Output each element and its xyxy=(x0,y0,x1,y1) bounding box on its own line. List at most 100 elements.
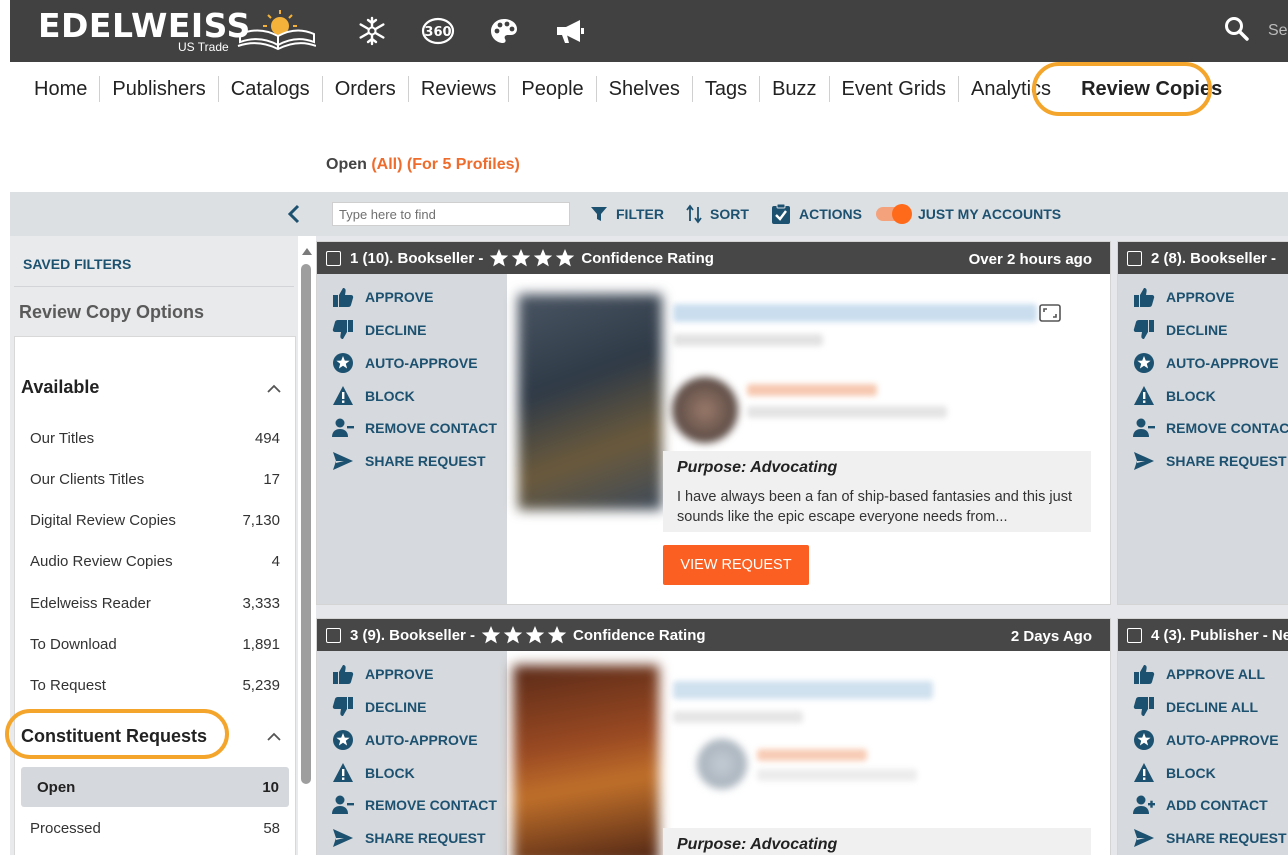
sidebar-item-edelweiss-reader[interactable]: Edelweiss Reader 3,333 xyxy=(30,595,280,612)
action-label: APPROVE xyxy=(365,289,434,305)
sidebar-item-to-download[interactable]: To Download 1,891 xyxy=(30,636,280,653)
section-available-title[interactable]: Available xyxy=(21,377,99,398)
card-actions: APPROVE ALL DECLINE ALL AUTO-APPROVE BLO… xyxy=(1118,651,1288,855)
star-icon xyxy=(556,249,575,267)
sidebar-item-digital-review-copies[interactable]: Digital Review Copies 7,130 xyxy=(30,512,280,529)
nav-publishers[interactable]: Publishers xyxy=(100,76,219,102)
card-header: 3 (9). Bookseller - Confidence Rating 2 … xyxy=(317,619,1110,651)
block-button[interactable]: BLOCK xyxy=(1132,384,1216,408)
decline-button[interactable]: DECLINE xyxy=(331,695,426,719)
requests-grid: 1 (10). Bookseller - Confidence Rating O… xyxy=(316,236,1288,855)
block-button[interactable]: BLOCK xyxy=(331,384,415,408)
nav-reviews[interactable]: Reviews xyxy=(409,76,510,102)
collapse-sidebar-chevron-icon[interactable] xyxy=(286,204,302,224)
search-input[interactable] xyxy=(332,202,570,226)
remove-contact-button[interactable]: REMOVE CONTACT xyxy=(1132,416,1288,440)
auto-approve-button[interactable]: AUTO-APPROVE xyxy=(331,351,478,375)
filter-all-link[interactable]: (All) xyxy=(371,156,402,173)
auto-approve-button[interactable]: AUTO-APPROVE xyxy=(1132,351,1279,375)
nav-event-grids[interactable]: Event Grids xyxy=(830,76,960,102)
auto-approve-button[interactable]: AUTO-APPROVE xyxy=(331,728,478,752)
view-request-button[interactable]: VIEW REQUEST xyxy=(663,545,809,585)
action-label: DECLINE xyxy=(1166,322,1228,338)
chevron-up-icon[interactable] xyxy=(267,383,281,393)
nav-home[interactable]: Home xyxy=(22,76,101,102)
snowflake-icon[interactable] xyxy=(355,14,389,48)
card-actions: APPROVE DECLINE AUTO-APPROVE BLOCK REMOV… xyxy=(317,651,507,855)
sidebar-item-processed[interactable]: Processed 58 xyxy=(30,820,280,837)
select-checkbox[interactable] xyxy=(326,627,341,643)
remove-contact-button[interactable]: REMOVE CONTACT xyxy=(331,416,497,440)
share-request-button[interactable]: SHARE REQUEST xyxy=(1132,449,1287,473)
edelweiss-logo[interactable]: EDELWEISS US Trade xyxy=(38,6,318,56)
just-my-accounts-toggle[interactable]: JUST MY ACCOUNTS xyxy=(876,203,1061,225)
search-icon[interactable] xyxy=(1224,16,1250,42)
blurred-requester-name[interactable] xyxy=(757,749,867,761)
sidebar: SAVED FILTERS Review Copy Options Availa… xyxy=(5,236,298,855)
palette-icon[interactable] xyxy=(487,14,521,48)
decline-button[interactable]: DECLINE xyxy=(1132,318,1227,342)
nav-buzz[interactable]: Buzz xyxy=(760,76,830,102)
thumbs-down-icon xyxy=(331,318,355,342)
toolbar: FILTER SORT ACTIONS JUST MY ACCOUNTS xyxy=(10,192,1288,236)
book-cover-image[interactable] xyxy=(513,665,659,855)
sidebar-item-audio-review-copies[interactable]: Audio Review Copies 4 xyxy=(30,553,280,570)
item-count: 4 xyxy=(271,553,280,570)
book-cover-image[interactable] xyxy=(518,294,662,510)
star-icon xyxy=(512,249,531,267)
approve-button[interactable]: APPROVE xyxy=(331,662,433,686)
thumbs-up-icon xyxy=(1132,662,1156,686)
action-label: APPROVE xyxy=(365,666,434,682)
360-icon[interactable]: 360 xyxy=(421,14,455,48)
sort-button[interactable]: SORT xyxy=(686,203,749,225)
remove-contact-button[interactable]: REMOVE CONTACT xyxy=(331,793,497,817)
blurred-book-title[interactable] xyxy=(673,304,1037,322)
blurred-book-title[interactable] xyxy=(673,681,933,699)
nav-orders[interactable]: Orders xyxy=(323,76,409,102)
scroll-up-arrow-icon[interactable] xyxy=(302,248,312,255)
sidebar-item-our-clients-titles[interactable]: Our Clients Titles 17 xyxy=(30,471,280,488)
warning-icon xyxy=(1132,761,1156,785)
select-checkbox[interactable] xyxy=(1127,627,1142,643)
approve-all-button[interactable]: APPROVE ALL xyxy=(1132,662,1265,686)
expand-icon[interactable] xyxy=(1039,304,1061,322)
nav-shelves[interactable]: Shelves xyxy=(597,76,693,102)
auto-approve-button[interactable]: AUTO-APPROVE xyxy=(1132,728,1279,752)
approve-button[interactable]: APPROVE xyxy=(1132,285,1234,309)
filter-profiles-link[interactable]: (For 5 Profiles) xyxy=(407,156,520,173)
share-request-button[interactable]: SHARE REQUEST xyxy=(331,449,486,473)
search-label-fragment[interactable]: Se xyxy=(1268,22,1288,40)
nav-people[interactable]: People xyxy=(509,76,597,102)
add-contact-button[interactable]: ADD CONTACT xyxy=(1132,793,1268,817)
sidebar-scrollbar[interactable] xyxy=(298,236,316,855)
sidebar-item-our-titles[interactable]: Our Titles 494 xyxy=(30,430,280,447)
sidebar-item-to-request[interactable]: To Request 5,239 xyxy=(30,677,280,694)
block-button[interactable]: BLOCK xyxy=(331,761,415,785)
select-checkbox[interactable] xyxy=(326,250,341,266)
item-count: 7,130 xyxy=(242,512,280,529)
share-request-button[interactable]: SHARE REQUEST xyxy=(331,826,486,850)
toggle-switch[interactable] xyxy=(876,204,912,224)
filter-button[interactable]: FILTER xyxy=(590,203,664,225)
logo-subtitle: US Trade xyxy=(178,40,229,54)
sidebar-item-open[interactable]: Open 10 xyxy=(21,767,289,807)
scroll-thumb[interactable] xyxy=(301,264,311,784)
item-count: 494 xyxy=(254,430,280,447)
blurred-requester-name[interactable] xyxy=(747,384,877,396)
actions-button[interactable]: ACTIONS xyxy=(771,203,862,225)
chevron-up-icon[interactable] xyxy=(267,731,281,741)
share-request-button[interactable]: SHARE REQUEST xyxy=(1132,826,1287,850)
nav-tags[interactable]: Tags xyxy=(693,76,761,102)
approve-button[interactable]: APPROVE xyxy=(331,285,433,309)
nav-catalogs[interactable]: Catalogs xyxy=(219,76,323,102)
saved-filters-link[interactable]: SAVED FILTERS xyxy=(23,256,131,272)
svg-text:360: 360 xyxy=(424,25,451,40)
decline-button[interactable]: DECLINE xyxy=(331,318,426,342)
megaphone-icon[interactable] xyxy=(553,14,587,48)
star-icon xyxy=(525,626,545,644)
select-checkbox[interactable] xyxy=(1127,250,1142,266)
decline-all-button[interactable]: DECLINE ALL xyxy=(1132,695,1258,719)
star-rating xyxy=(489,248,575,268)
block-button[interactable]: BLOCK xyxy=(1132,761,1216,785)
action-label: ADD CONTACT xyxy=(1166,797,1268,813)
